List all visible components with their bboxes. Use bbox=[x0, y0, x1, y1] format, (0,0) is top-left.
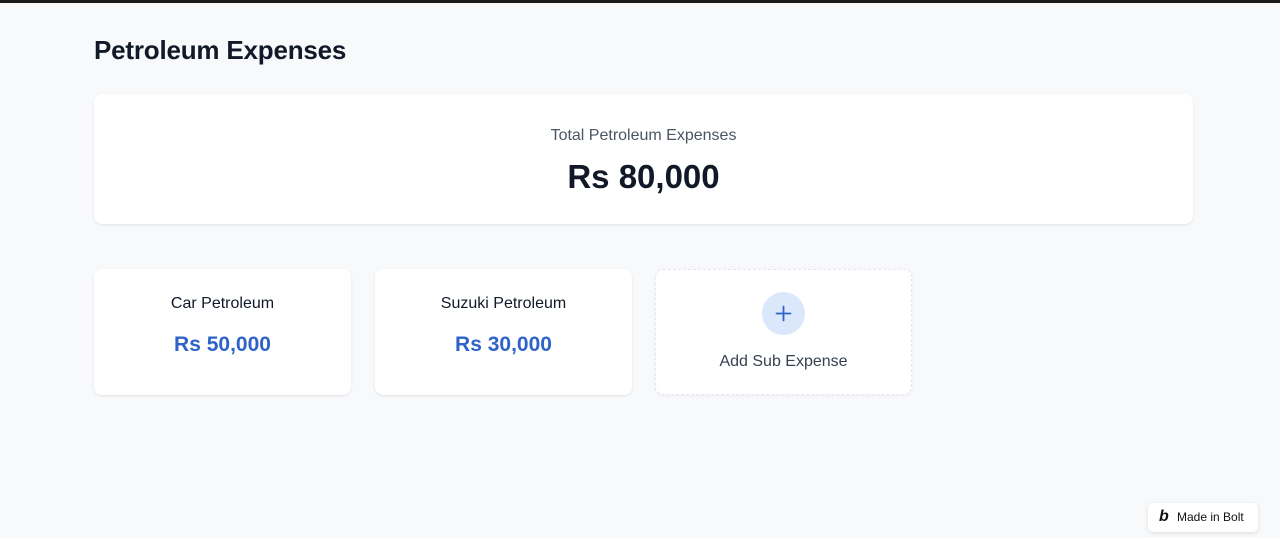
page-title: Petroleum Expenses bbox=[94, 35, 347, 65]
plus-icon bbox=[762, 292, 805, 335]
sub-expense-name: Suzuki Petroleum bbox=[440, 295, 567, 312]
sub-expense-card-car[interactable]: Car Petroleum Rs 50,000 bbox=[94, 269, 351, 395]
sub-expense-card-suzuki[interactable]: Suzuki Petroleum Rs 30,000 bbox=[375, 269, 632, 395]
sub-expense-name: Car Petroleum bbox=[170, 295, 275, 312]
bolt-logo-icon: b bbox=[1159, 508, 1169, 525]
top-border bbox=[0, 0, 1280, 3]
sub-expense-amount: Rs 50,000 bbox=[174, 333, 271, 356]
sub-expense-amount: Rs 30,000 bbox=[455, 333, 552, 356]
total-expenses-value: Rs 80,000 bbox=[567, 158, 720, 195]
total-expenses-label: Total Petroleum Expenses bbox=[550, 127, 737, 144]
add-sub-expense-button[interactable]: Add Sub Expense bbox=[655, 269, 912, 395]
total-expenses-card: Total Petroleum Expenses Rs 80,000 bbox=[94, 94, 1193, 224]
add-sub-expense-label: Add Sub Expense bbox=[719, 353, 848, 370]
made-in-bolt-badge[interactable]: b Made in Bolt bbox=[1148, 503, 1258, 532]
made-in-bolt-label: Made in Bolt bbox=[1177, 510, 1244, 524]
